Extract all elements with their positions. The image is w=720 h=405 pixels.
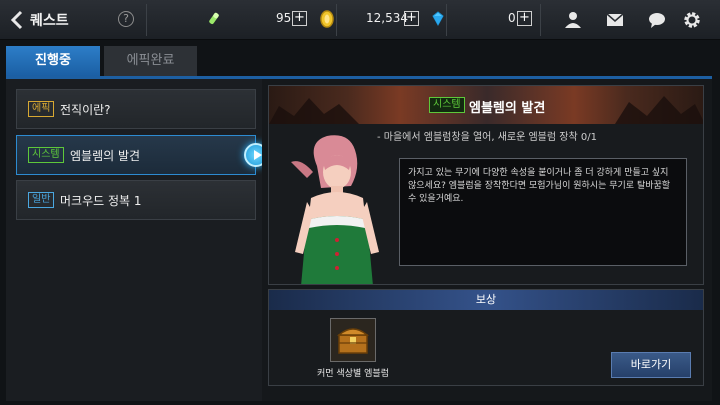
tab-epic-completed[interactable]: 에픽완료 <box>104 46 197 76</box>
quest-objective: - 마을에서 엠블럼창을 열어, 새로운 엠블럼 장착 0/1 <box>377 132 597 143</box>
tab-in-progress[interactable]: 진행중 <box>6 46 100 76</box>
go-shortcut-button[interactable]: 바로가기 <box>611 352 691 378</box>
quest-tag: 시스템 <box>429 97 465 113</box>
divider <box>446 4 447 36</box>
reward-item-name: 커먼 색상별 엠블럼 <box>317 369 389 379</box>
npc-dialog-box: 가지고 있는 무기에 다양한 속성을 붙이거나 좀 더 강하게 만들고 싶지 않… <box>399 158 687 266</box>
quest-detail: 시스템 엠블렘의 발견 - 마을에서 엠블럼창을 열어, 새로운 엠블럼 장착 … <box>268 85 704 285</box>
chat-icon[interactable] <box>647 10 667 30</box>
energy-add-button[interactable]: + <box>292 11 307 26</box>
divider <box>336 4 337 36</box>
help-icon[interactable]: ? <box>118 11 134 27</box>
back-arrow-icon[interactable] <box>8 9 28 31</box>
quest-name: 전직이란? <box>60 103 111 117</box>
quest-tag: 일반 <box>28 192 55 208</box>
gold-coin-icon <box>320 10 334 28</box>
gear-icon[interactable] <box>682 10 702 30</box>
quest-list: 에픽 전직이란? 시스템 엠블렘의 발견 일반 머크우드 정복 1 <box>6 79 262 401</box>
gold-add-button[interactable]: + <box>404 11 419 26</box>
quest-banner: 시스템 엠블렘의 발견 <box>269 86 703 124</box>
quest-name: 엠블렘의 발견 <box>70 149 141 163</box>
treasure-chest-icon <box>336 328 370 354</box>
gold-value: 12,534 <box>366 11 408 25</box>
friends-icon[interactable] <box>563 10 583 30</box>
quest-tag: 에픽 <box>28 101 55 117</box>
energy-value: 95 <box>276 11 292 25</box>
gem-icon <box>432 11 444 27</box>
quest-name: 머크우드 정복 1 <box>60 194 142 208</box>
divider <box>146 4 147 36</box>
quest-item-system[interactable]: 시스템 엠블렘의 발견 <box>16 135 256 175</box>
page-title: 퀘스트 <box>30 13 69 29</box>
energy-icon <box>209 12 219 25</box>
quest-item-epic[interactable]: 에픽 전직이란? <box>16 89 256 129</box>
divider <box>540 4 541 36</box>
reward-header: 보상 <box>269 290 703 310</box>
npc-character-illustration <box>291 135 379 284</box>
mail-icon[interactable] <box>605 10 625 30</box>
quest-detail-panel: 시스템 엠블렘의 발견 - 마을에서 엠블럼창을 열어, 새로운 엠블럼 장착 … <box>262 79 712 401</box>
quest-item-normal[interactable]: 일반 머크우드 정복 1 <box>16 180 256 220</box>
reward-item-slot[interactable] <box>330 318 376 362</box>
gem-add-button[interactable]: + <box>517 11 532 26</box>
top-bar: 퀘스트 ? 95 + 12,534 + 0 + <box>0 0 720 40</box>
quest-tag: 시스템 <box>28 147 64 163</box>
reward-section: 보상 커먼 색상별 엠블럼 바로가기 <box>268 289 704 386</box>
quest-title: 엠블렘의 발견 <box>469 101 546 116</box>
gem-value: 0 <box>508 11 516 25</box>
